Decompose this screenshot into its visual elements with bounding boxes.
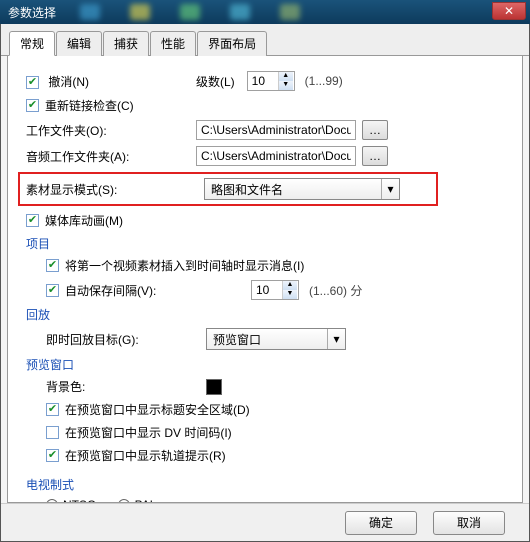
tab-strip: 常规 编辑 捕获 性能 界面布局 — [1, 24, 529, 56]
work-folder-label: 工作文件夹(O): — [26, 122, 196, 139]
playback-target-label: 即时回放目标(G): — [46, 331, 206, 348]
tab-edit[interactable]: 编辑 — [56, 31, 102, 56]
dv-tc-checkbox[interactable] — [46, 426, 59, 439]
clip-display-highlight: 素材显示模式(S): 略图和文件名 ▾ — [18, 172, 438, 206]
spinner-up-icon[interactable]: ▲ — [283, 281, 297, 290]
media-anim-label: 媒体库动画(M) — [45, 212, 123, 229]
levels-label: 级数(L) — [196, 73, 235, 90]
spinner-up-icon[interactable]: ▲ — [279, 72, 293, 81]
undo-checkbox[interactable] — [26, 76, 39, 89]
clip-display-select[interactable]: 略图和文件名 ▾ — [204, 178, 400, 200]
chevron-down-icon: ▾ — [327, 329, 345, 349]
media-anim-checkbox[interactable] — [26, 214, 39, 227]
spinner-down-icon[interactable]: ▼ — [279, 81, 293, 90]
playback-target-value: 预览窗口 — [213, 331, 261, 348]
audio-folder-browse-button[interactable]: … — [362, 146, 388, 166]
cancel-button[interactable]: 取消 — [433, 511, 505, 535]
track-hint-label: 在预览窗口中显示轨道提示(R) — [65, 447, 226, 464]
tab-layout[interactable]: 界面布局 — [197, 31, 267, 56]
playback-target-select[interactable]: 预览窗口 ▾ — [206, 328, 346, 350]
chevron-down-icon: ▾ — [381, 179, 399, 199]
window-title: 参数选择 — [8, 4, 56, 21]
tab-general[interactable]: 常规 — [9, 31, 55, 56]
autosave-input[interactable] — [252, 281, 282, 299]
close-button[interactable]: ✕ — [492, 2, 526, 20]
work-folder-input[interactable] — [196, 120, 356, 140]
clip-display-label: 素材显示模式(S): — [26, 181, 204, 198]
safe-area-checkbox[interactable] — [46, 403, 59, 416]
bg-color-swatch[interactable] — [206, 379, 222, 395]
section-tv-header: 电视制式 — [26, 476, 504, 493]
dialog-footer: 确定 取消 — [1, 503, 529, 541]
levels-spinner[interactable]: ▲▼ — [247, 71, 295, 91]
autosave-checkbox[interactable] — [46, 284, 59, 297]
levels-input[interactable] — [248, 72, 278, 90]
insert-msg-label: 将第一个视频素材插入到时间轴时显示消息(I) — [65, 257, 304, 274]
levels-hint: (1...99) — [305, 74, 343, 88]
safe-area-label: 在预览窗口中显示标题安全区域(D) — [65, 401, 250, 418]
autosave-spinner[interactable]: ▲▼ — [251, 280, 299, 300]
undo-label: 撤消(N) — [48, 75, 89, 89]
section-preview-header: 预览窗口 — [26, 356, 504, 373]
tab-capture[interactable]: 捕获 — [103, 31, 149, 56]
section-playback-header: 回放 — [26, 306, 504, 323]
dv-tc-label: 在预览窗口中显示 DV 时间码(I) — [65, 424, 232, 441]
section-project-header: 项目 — [26, 235, 504, 252]
bg-color-label: 背景色: — [46, 378, 206, 395]
audio-folder-label: 音频工作文件夹(A): — [26, 148, 196, 165]
insert-msg-checkbox[interactable] — [46, 259, 59, 272]
ok-button[interactable]: 确定 — [345, 511, 417, 535]
track-hint-checkbox[interactable] — [46, 449, 59, 462]
recheck-links-label: 重新链接检查(C) — [45, 97, 134, 114]
spinner-down-icon[interactable]: ▼ — [283, 290, 297, 299]
recheck-links-checkbox[interactable] — [26, 99, 39, 112]
work-folder-browse-button[interactable]: … — [362, 120, 388, 140]
clip-display-value: 略图和文件名 — [211, 181, 283, 198]
tab-page-general: 撤消(N) 级数(L) ▲▼ (1...99) 重新链接检查(C) 工作文件夹(… — [7, 56, 523, 503]
title-bar: 参数选择 ✕ — [0, 0, 530, 24]
audio-folder-input[interactable] — [196, 146, 356, 166]
tab-performance[interactable]: 性能 — [150, 31, 196, 56]
autosave-hint: (1...60) 分 — [309, 282, 362, 299]
autosave-label: 自动保存间隔(V): — [65, 282, 251, 299]
